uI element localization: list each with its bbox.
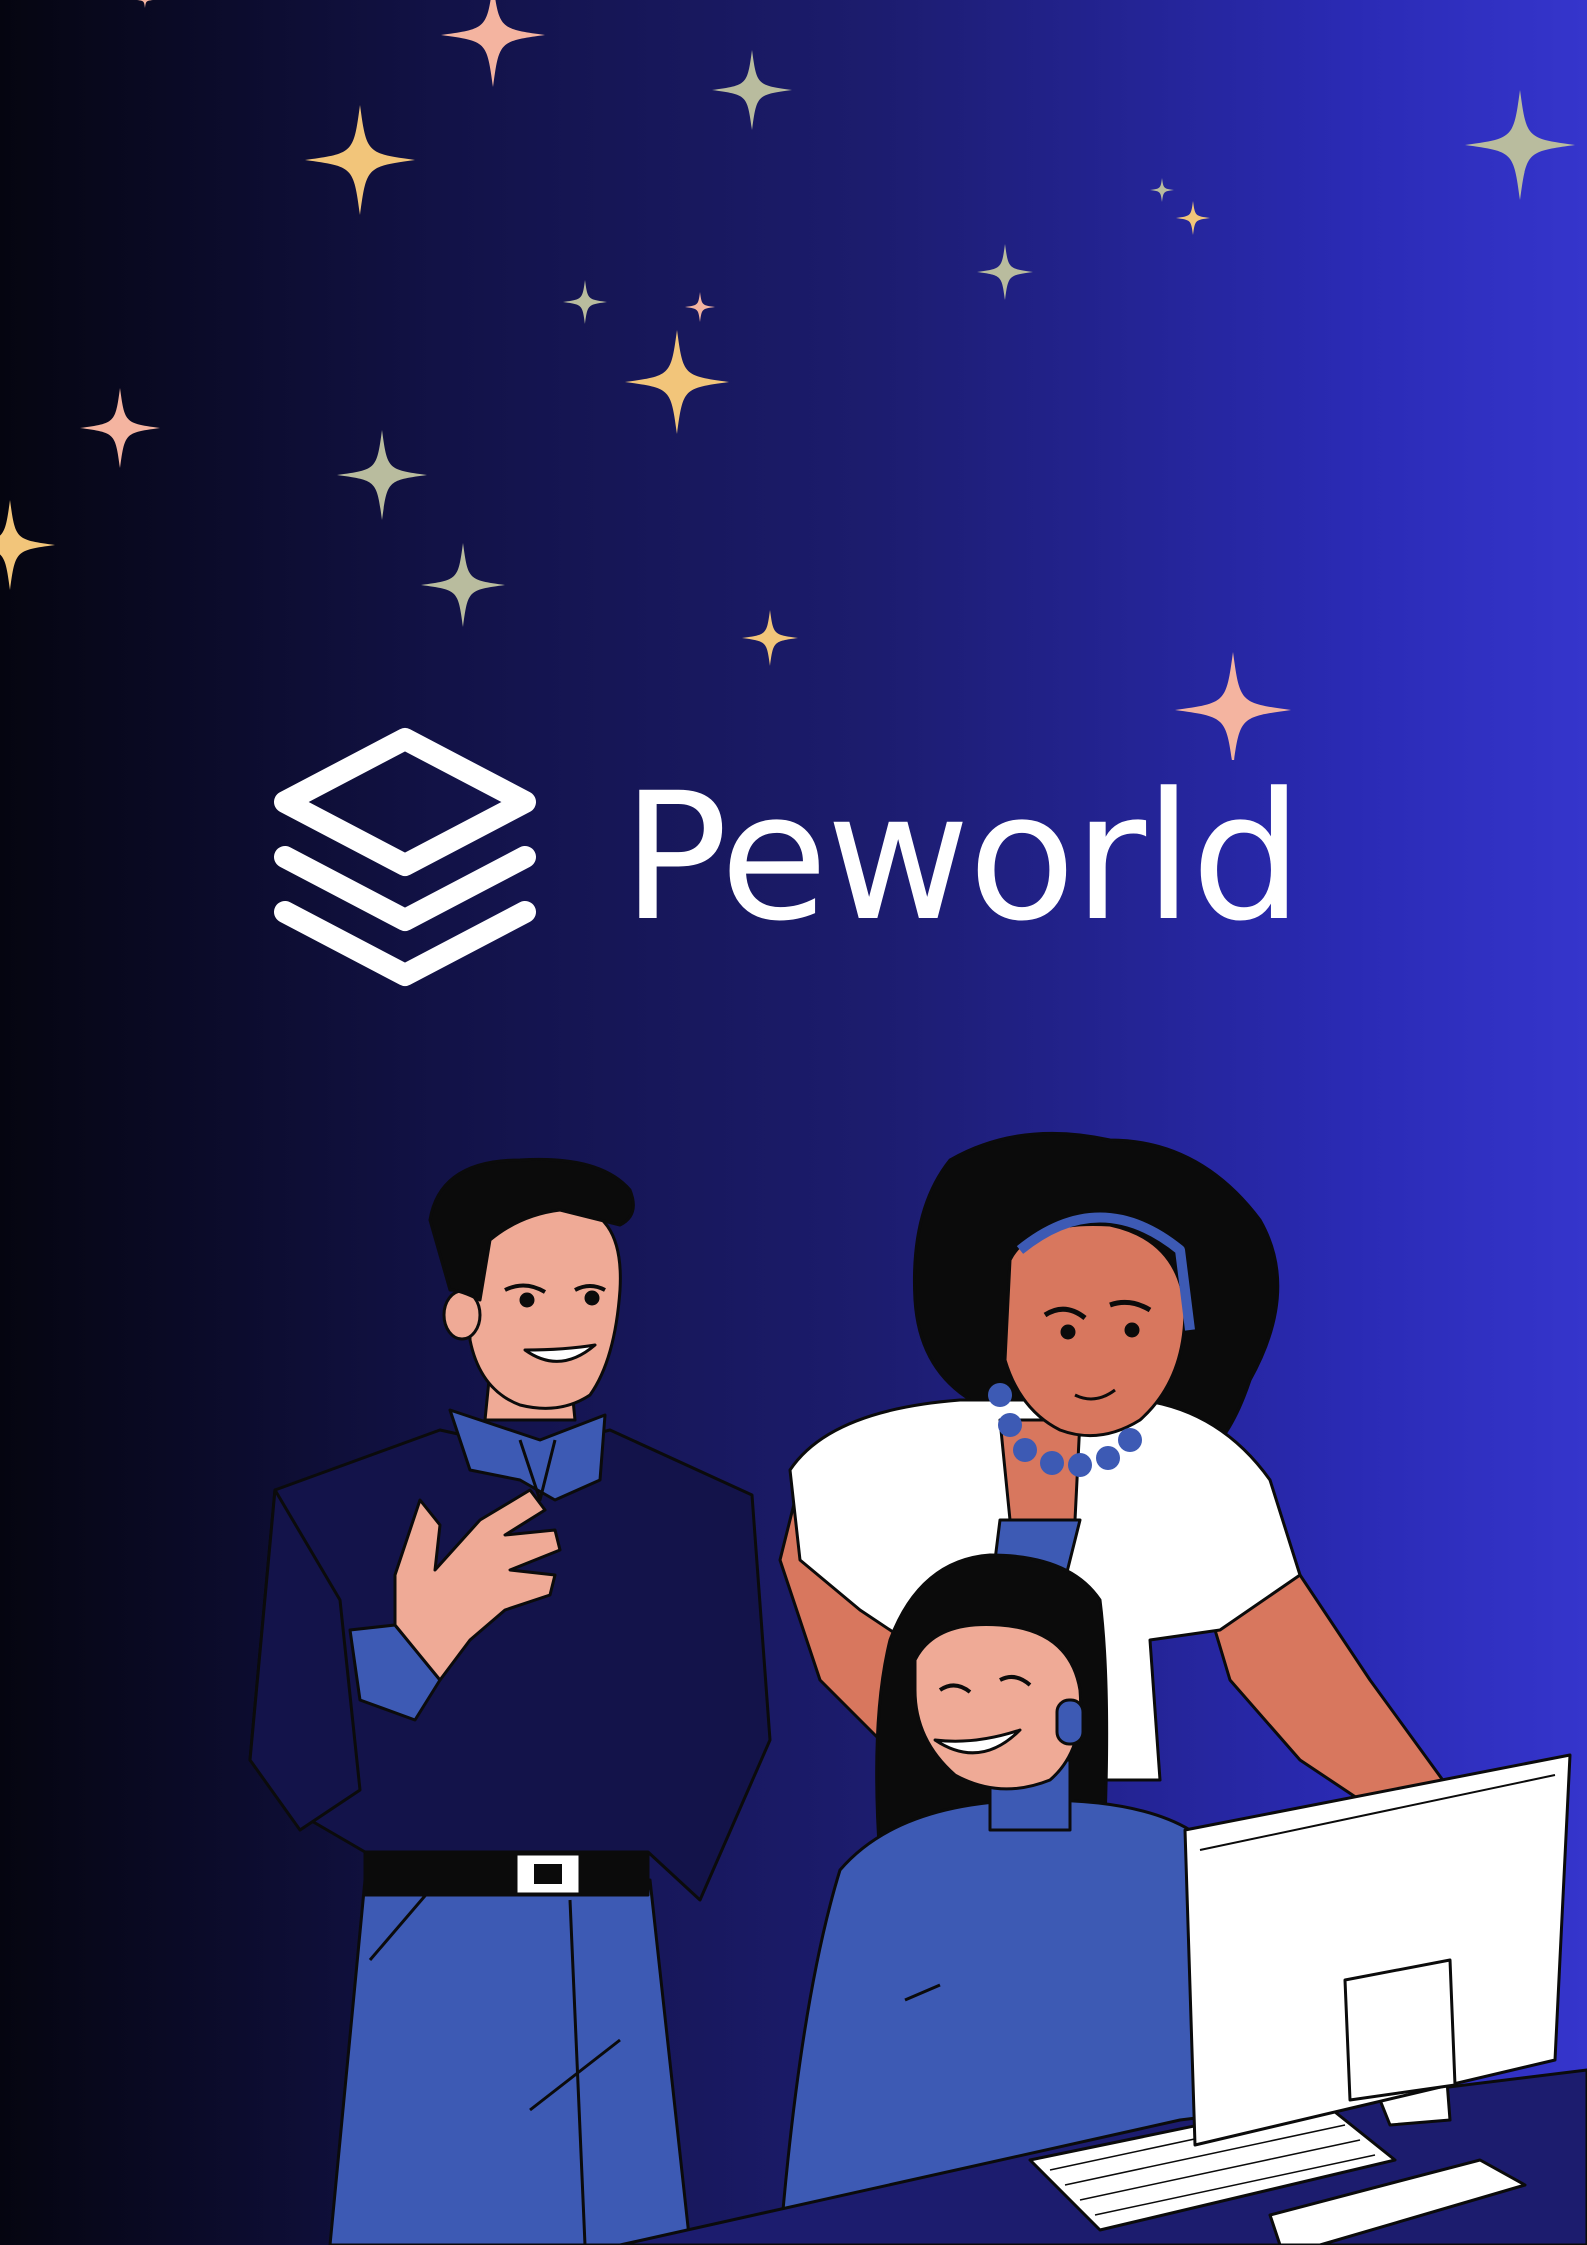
sparkle-star-icon — [1465, 90, 1575, 200]
sparkle-star-icon — [1176, 201, 1210, 235]
monitor-back-bracket — [1343, 1958, 1457, 2102]
sparkle-stars — [0, 0, 1575, 760]
sparkle-star-icon — [977, 244, 1033, 300]
sparkle-star-icon — [742, 610, 798, 666]
coworkers-illustration — [248, 1131, 1587, 2245]
brand-logo: Peworld — [270, 722, 1303, 992]
man-pants — [328, 1878, 692, 2245]
sparkle-star-icon — [305, 105, 415, 215]
sparkle-star-icon — [137, 0, 153, 8]
sparkle-star-icon — [441, 0, 545, 87]
brand-name: Peworld — [622, 754, 1303, 960]
sparkle-star-icon — [712, 50, 792, 130]
poster-canvas: Peworld — [0, 0, 1587, 2245]
sparkle-star-icon — [1150, 178, 1174, 202]
man-belt — [363, 1850, 650, 1897]
sparkle-star-icon — [685, 292, 715, 322]
sparkle-star-icon — [421, 543, 505, 627]
stacked-layers-icon — [274, 728, 536, 986]
sparkle-star-icon — [0, 500, 55, 590]
sparkle-star-icon — [563, 280, 607, 324]
sparkle-star-icon — [337, 430, 427, 520]
sparkle-star-icon — [80, 388, 160, 468]
man-figure — [248, 1157, 772, 2245]
sparkle-star-icon — [625, 330, 729, 434]
